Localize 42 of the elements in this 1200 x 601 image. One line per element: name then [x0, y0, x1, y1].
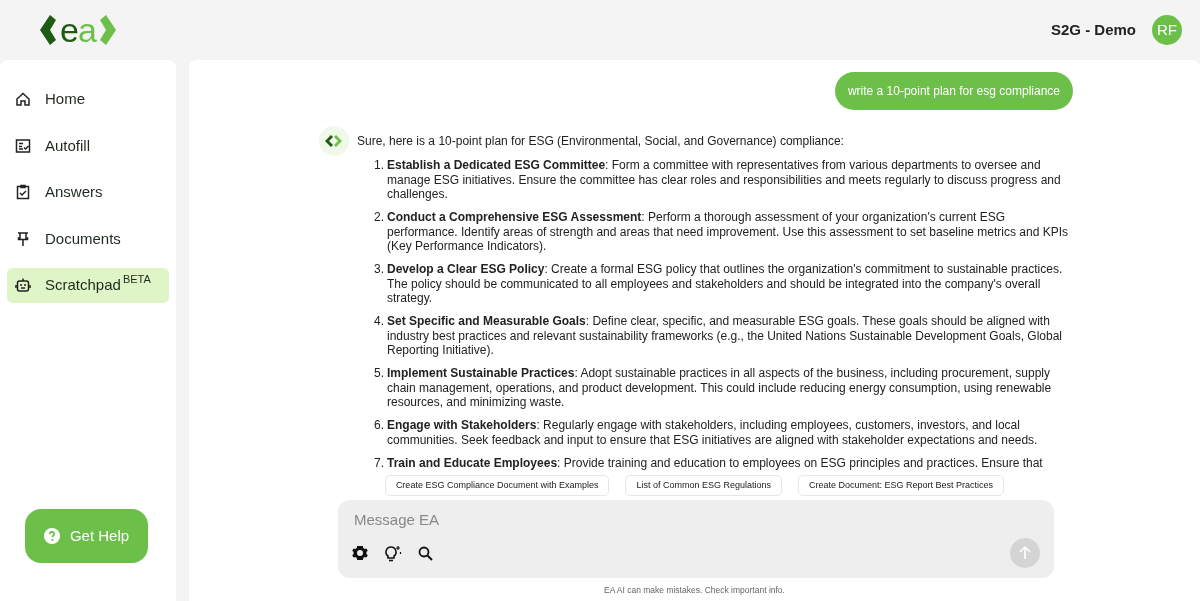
plan-item: Engage with Stakeholders: Regularly engage with stakeholders, including employees, customers, investors, and local communities. Seek feedback and input to ensure that ESG initiatives are aligned with stakeholder expectations and needs.: [387, 418, 1039, 447]
message-composer[interactable]: Message EA: [338, 500, 1054, 579]
clipboard-check-icon: [15, 184, 31, 201]
chevrons-icon: [325, 135, 343, 147]
suggestion-chip[interactable]: List of Common ESG Regulations: [625, 474, 783, 497]
pin-icon: [15, 230, 31, 247]
plan-item: Set Specific and Measurable Goals: Define clear, specific, and measurable ESG goals. These goals should be aligned with industry best practices and relevant sustainability frameworks (e.g., the United Nations Sustainable Development Goals, Global Reporting Initiative).: [387, 314, 1063, 358]
plan-item: Conduct a Comprehensive ESG Assessment: Perform a thorough assessment of your organization's current ESG performance. Identify areas of strength and areas that need improvement. Use this assessment to set baseline metrics and KPIs (Key Performance Indicators).: [387, 210, 1069, 254]
sidebar-item[interactable]: Scratchpad$^{BETA}$: [7, 268, 169, 303]
plan-item: Establish a Dedicated ESG Committee: Form a committee with representatives from various departments to oversee and manage ESG initiatives. Ensure the committee has clear roles and responsibilities and meets regularly to discuss progress and challenges.: [387, 158, 1062, 202]
plan-item: Train and Educate Employees: Provide training and education to employees on ESG principles and practices. Ensure that: [387, 455, 1043, 470]
plan-item: Develop a Clear ESG Policy: Create a formal ESG policy that outlines the organization's commitment to sustainable practices. The policy should be communicated to all employees and stakeholders and should be integrated into the company's overall strategy.: [387, 262, 1064, 306]
list-number: 2.: [374, 210, 385, 226]
assistant-intro: Sure, here is a 10-point plan for ESG (Environmental, Social, and Governance) compliance:: [357, 133, 845, 150]
sidebar-item[interactable]: Documents: [7, 221, 169, 256]
sidebar-item[interactable]: Autofill: [7, 128, 169, 163]
checklist-icon: [15, 137, 31, 154]
suggestion-chip[interactable]: Create Document: ESG Report Best Practices: [798, 474, 1005, 497]
robot-icon: [15, 277, 31, 294]
lightbulb-icon[interactable]: [384, 544, 402, 562]
message-input[interactable]: Message EA: [352, 508, 1040, 533]
workspace-name: S2G - Demo: [1050, 19, 1136, 40]
settings-icon[interactable]: [352, 545, 368, 562]
list-number: 4.: [374, 314, 385, 330]
list-number: 1.: [374, 158, 385, 174]
list-number: 3.: [374, 262, 385, 278]
sidebar-item[interactable]: Home: [7, 82, 169, 117]
arrow-up-icon: [1019, 546, 1031, 561]
search-icon[interactable]: [418, 545, 433, 561]
logo-text: ea: [60, 13, 96, 47]
home-icon: [15, 91, 31, 108]
plan-item: Implement Sustainable Practices: Adopt sustainable practices in all aspects of the business, including procurement, supply chain management, operations, and product development. This could include reducing energy consumption, using renewable resources, and minimizing waste.: [387, 366, 1053, 410]
user-message: write a 10-point plan for esg compliance: [834, 72, 1073, 110]
list-number: 6.: [374, 418, 385, 434]
suggestion-chip[interactable]: Create ESG Compliance Document with Examples: [384, 474, 610, 497]
help-icon: [43, 528, 60, 544]
left-chevron-icon: [40, 15, 56, 45]
disclaimer-text: EA AI can make mistakes. Check important info.: [603, 584, 786, 598]
list-number: 5.: [374, 366, 385, 382]
list-number: 7.: [374, 455, 385, 470]
right-chevron-icon: [99, 15, 116, 45]
sidebar-item[interactable]: Answers: [7, 175, 169, 210]
